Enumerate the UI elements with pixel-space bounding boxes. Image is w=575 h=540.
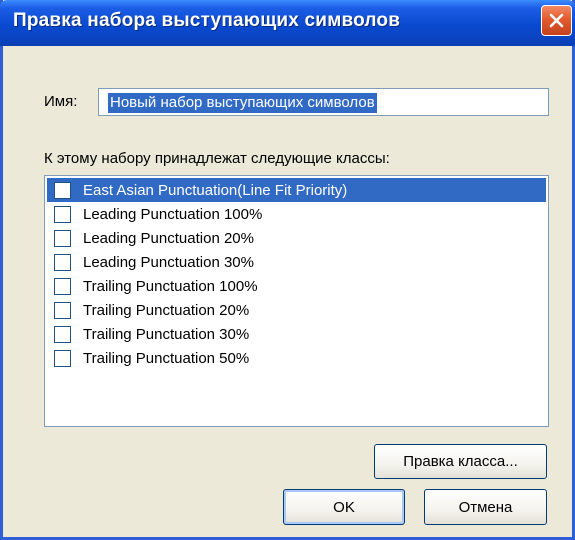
class-checkbox[interactable] (54, 325, 71, 343)
classes-list[interactable]: East Asian Punctuation(Line Fit Priority… (44, 175, 549, 427)
list-item-label: Leading Punctuation 100% (83, 205, 263, 223)
close-x-icon (549, 13, 564, 28)
list-item[interactable]: Leading Punctuation 100% (47, 202, 546, 226)
close-button[interactable] (541, 5, 572, 36)
list-item[interactable]: Trailing Punctuation 100% (47, 274, 546, 298)
dialog-window: Правка набора выступающих символов Имя: … (0, 0, 575, 540)
list-item-label: Trailing Punctuation 50% (83, 349, 250, 367)
list-item[interactable]: Trailing Punctuation 50% (47, 346, 546, 370)
class-checkbox[interactable] (54, 205, 71, 223)
list-item[interactable]: Trailing Punctuation 20% (47, 298, 546, 322)
edit-class-button[interactable]: Правка класса... (374, 444, 547, 479)
list-item[interactable]: Leading Punctuation 30% (47, 250, 546, 274)
class-checkbox[interactable] (54, 229, 71, 247)
dialog-title: Правка набора выступающих символов (13, 10, 401, 31)
list-item-label: East Asian Punctuation(Line Fit Priority… (83, 181, 348, 199)
list-item-label: Leading Punctuation 30% (83, 253, 254, 271)
ok-button[interactable]: OK (283, 489, 405, 525)
list-item-label: Trailing Punctuation 30% (83, 325, 250, 343)
name-input[interactable]: Новый набор выступающих символов (98, 88, 549, 116)
classes-label: К этому набору принадлежат следующие кла… (44, 150, 390, 167)
name-input-value: Новый набор выступающих символов (108, 93, 377, 113)
class-checkbox[interactable] (54, 349, 71, 367)
class-checkbox[interactable] (54, 253, 71, 271)
cancel-button[interactable]: Отмена (424, 489, 547, 525)
class-checkbox[interactable] (54, 301, 71, 319)
list-item[interactable]: Leading Punctuation 20% (47, 226, 546, 250)
list-item[interactable]: Trailing Punctuation 30% (47, 322, 546, 346)
list-item[interactable]: East Asian Punctuation(Line Fit Priority… (47, 178, 546, 202)
class-checkbox[interactable] (54, 181, 71, 199)
list-item-label: Trailing Punctuation 100% (83, 277, 258, 295)
name-label: Имя: (44, 93, 78, 110)
list-item-label: Trailing Punctuation 20% (83, 301, 250, 319)
class-checkbox[interactable] (54, 277, 71, 295)
list-item-label: Leading Punctuation 20% (83, 229, 254, 247)
title-bar[interactable]: Правка набора выступающих символов (0, 0, 575, 46)
